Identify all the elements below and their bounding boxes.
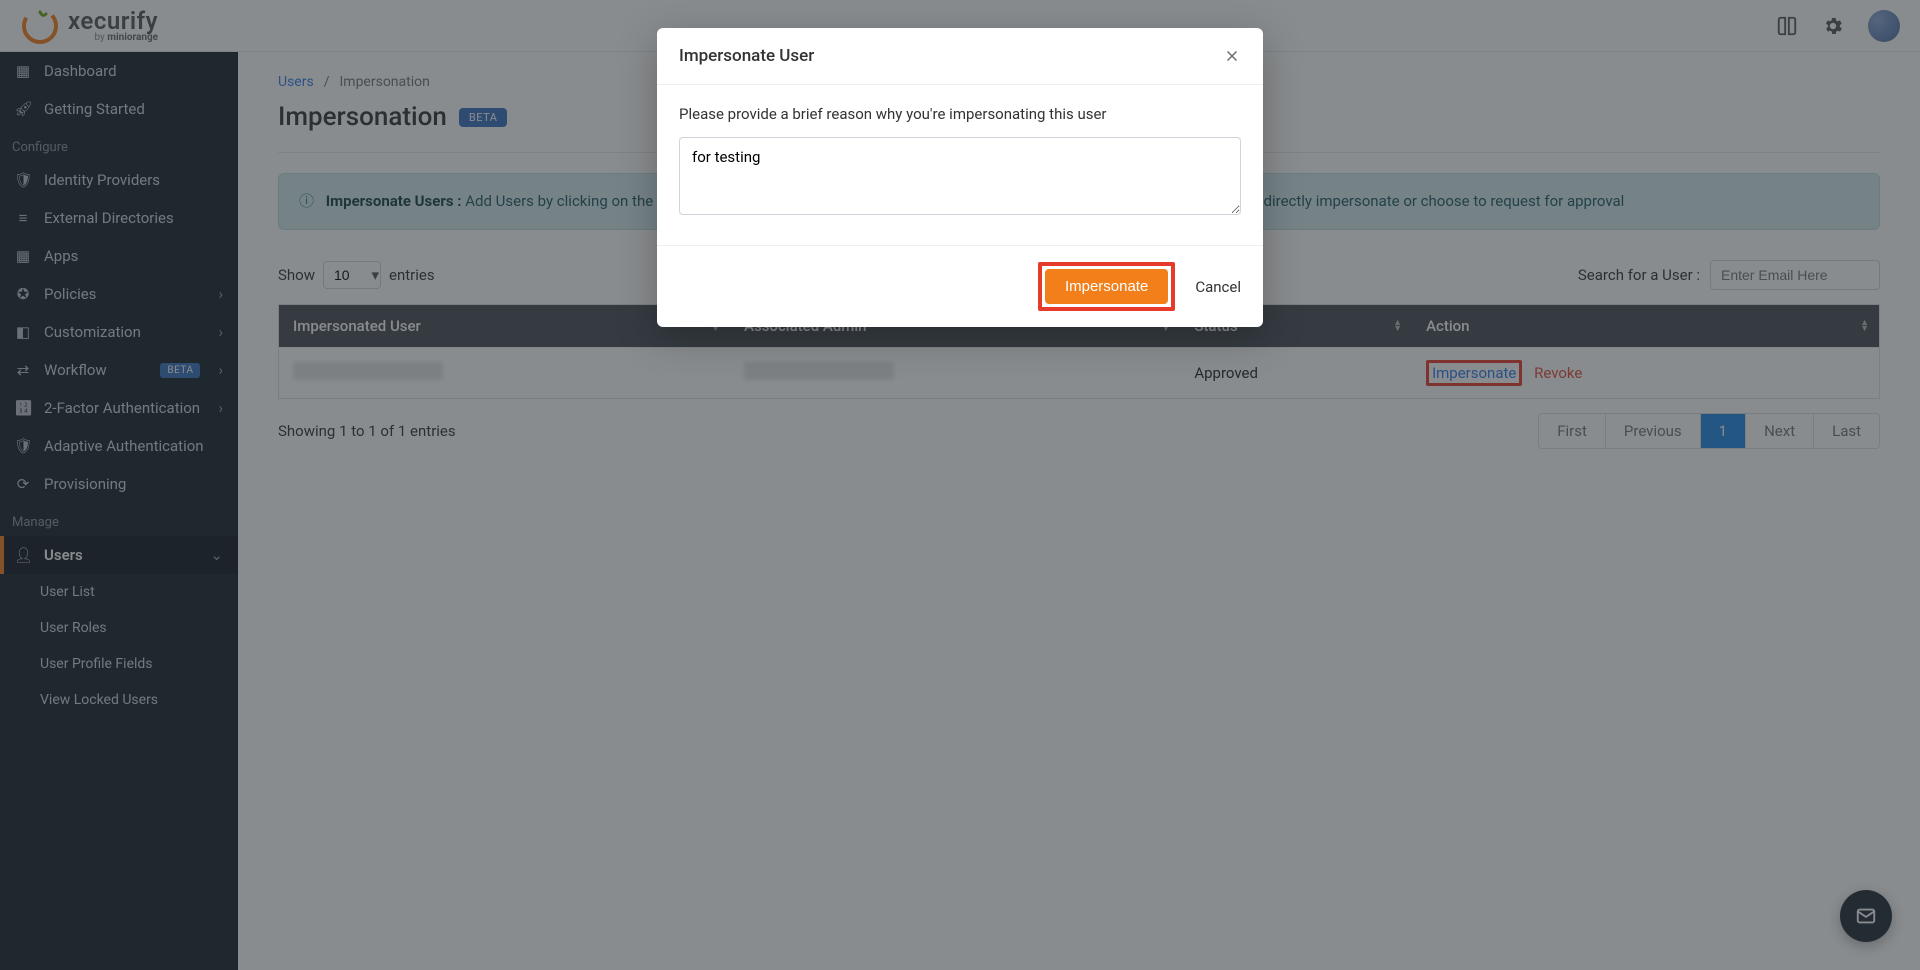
modal-footer: Impersonate Cancel bbox=[657, 245, 1263, 327]
reason-textarea[interactable] bbox=[679, 137, 1241, 215]
modal-body: Please provide a brief reason why you're… bbox=[657, 85, 1263, 245]
close-icon[interactable] bbox=[1223, 47, 1241, 65]
impersonate-modal: Impersonate User Please provide a brief … bbox=[657, 28, 1263, 327]
modal-prompt: Please provide a brief reason why you're… bbox=[679, 105, 1241, 123]
impersonate-highlight: Impersonate bbox=[1038, 262, 1175, 311]
modal-title: Impersonate User bbox=[679, 46, 814, 66]
impersonate-button[interactable]: Impersonate bbox=[1045, 269, 1168, 304]
modal-header: Impersonate User bbox=[657, 28, 1263, 85]
cancel-button[interactable]: Cancel bbox=[1195, 278, 1241, 296]
